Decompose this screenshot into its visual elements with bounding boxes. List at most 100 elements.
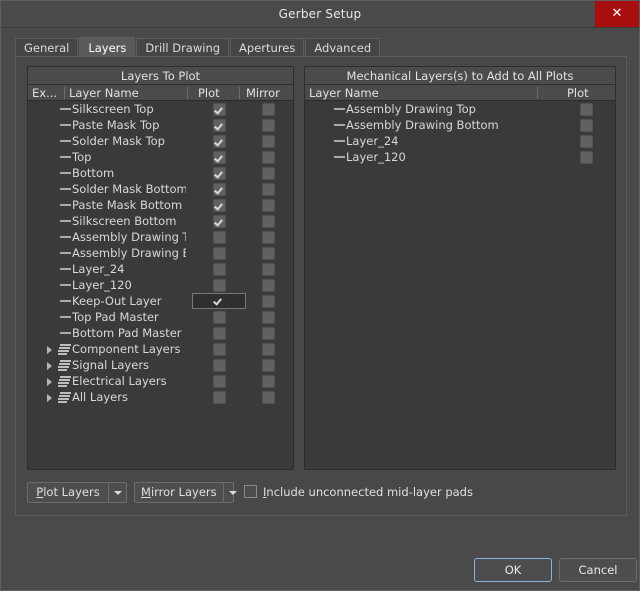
- tab-advanced[interactable]: Advanced: [305, 38, 381, 57]
- table-row[interactable]: Top: [28, 149, 293, 165]
- layer-icon: [334, 117, 345, 133]
- mirror-checkbox[interactable]: [262, 311, 275, 324]
- layer-name-cell: Solder Mask Bottom: [72, 182, 186, 196]
- layer-icon: [60, 229, 71, 245]
- mirror-checkbox[interactable]: [262, 119, 275, 132]
- layer-icon: [334, 149, 345, 165]
- close-icon[interactable]: ✕: [595, 1, 639, 27]
- mirror-checkbox[interactable]: [262, 375, 275, 388]
- plot-checkbox[interactable]: [213, 151, 226, 164]
- chevron-right-icon[interactable]: [45, 357, 54, 373]
- mechanical-layers-list[interactable]: Assembly Drawing Top Assembly Drawing Bot…: [305, 101, 615, 469]
- plot-checkbox[interactable]: [213, 231, 226, 244]
- table-row[interactable]: All Layers: [28, 389, 293, 405]
- plot-checkbox[interactable]: [213, 311, 226, 324]
- chevron-right-icon[interactable]: [45, 341, 54, 357]
- ok-button[interactable]: OK: [474, 558, 552, 582]
- plot-checkbox[interactable]: [580, 135, 593, 148]
- layer-icon: [334, 133, 345, 149]
- mirror-checkbox[interactable]: [262, 183, 275, 196]
- plot-checkbox[interactable]: [213, 295, 226, 308]
- tab-drill-drawing[interactable]: Drill Drawing: [136, 38, 230, 57]
- column-header-layer-name[interactable]: Layer Name: [69, 85, 179, 101]
- plot-checkbox[interactable]: [213, 279, 226, 292]
- table-row[interactable]: Layer_120: [28, 277, 293, 293]
- plot-checkbox[interactable]: [213, 359, 226, 372]
- table-row[interactable]: Layer_24: [305, 133, 615, 149]
- mirror-checkbox[interactable]: [262, 343, 275, 356]
- table-row[interactable]: Silkscreen Bottom: [28, 213, 293, 229]
- plot-checkbox[interactable]: [213, 199, 226, 212]
- mirror-checkbox[interactable]: [262, 151, 275, 164]
- table-row[interactable]: Signal Layers: [28, 357, 293, 373]
- layers-to-plot-list[interactable]: Silkscreen Top Paste Mask Top Solder Mask …: [28, 101, 293, 469]
- tab-apertures[interactable]: Apertures: [230, 38, 305, 57]
- cancel-button[interactable]: Cancel: [559, 558, 637, 582]
- include-unconnected-pads-checkbox[interactable]: [244, 485, 257, 498]
- chevron-down-icon[interactable]: [222, 483, 238, 502]
- layer-icon: [60, 181, 71, 197]
- tab-layers[interactable]: Layers: [79, 37, 136, 57]
- tab-general[interactable]: General: [15, 38, 79, 57]
- table-row[interactable]: Layer_24: [28, 261, 293, 277]
- include-unconnected-pads-label[interactable]: Include unconnected mid-layer pads: [263, 484, 473, 500]
- mirror-checkbox[interactable]: [262, 279, 275, 292]
- chevron-down-icon[interactable]: [108, 483, 126, 502]
- mirror-checkbox[interactable]: [262, 295, 275, 308]
- chevron-right-icon[interactable]: [45, 373, 54, 389]
- column-header-ex[interactable]: Ex...: [32, 85, 62, 101]
- table-row[interactable]: Layer_120: [305, 149, 615, 165]
- mirror-checkbox[interactable]: [262, 135, 275, 148]
- layer-name-cell: All Layers: [72, 390, 128, 404]
- table-row[interactable]: Assembly Drawing Top: [28, 229, 293, 245]
- plot-checkbox[interactable]: [580, 119, 593, 132]
- mirror-checkbox[interactable]: [262, 263, 275, 276]
- column-header-plot[interactable]: Plot: [567, 85, 607, 101]
- mirror-checkbox[interactable]: [262, 231, 275, 244]
- plot-checkbox[interactable]: [213, 327, 226, 340]
- mirror-checkbox[interactable]: [262, 359, 275, 372]
- plot-checkbox[interactable]: [213, 103, 226, 116]
- plot-checkbox[interactable]: [213, 375, 226, 388]
- table-row[interactable]: Top Pad Master: [28, 309, 293, 325]
- mirror-checkbox[interactable]: [262, 247, 275, 260]
- plot-checkbox[interactable]: [213, 215, 226, 228]
- plot-checkbox[interactable]: [213, 119, 226, 132]
- plot-checkbox[interactable]: [213, 263, 226, 276]
- table-row[interactable]: Assembly Drawing Bottom: [305, 117, 615, 133]
- table-row[interactable]: Bottom Pad Master: [28, 325, 293, 341]
- mirror-checkbox[interactable]: [262, 199, 275, 212]
- plot-checkbox[interactable]: [580, 103, 593, 116]
- plot-layers-button[interactable]: Plot Layers: [27, 482, 127, 503]
- plot-checkbox[interactable]: [213, 247, 226, 260]
- table-row[interactable]: Solder Mask Top: [28, 133, 293, 149]
- plot-checkbox[interactable]: [213, 183, 226, 196]
- column-header-layer-name[interactable]: Layer Name: [309, 85, 489, 101]
- mirror-checkbox[interactable]: [262, 327, 275, 340]
- table-row[interactable]: Electrical Layers: [28, 373, 293, 389]
- plot-checkbox[interactable]: [213, 391, 226, 404]
- table-row[interactable]: Assembly Drawing Top: [305, 101, 615, 117]
- column-header-plot[interactable]: Plot: [198, 85, 238, 101]
- table-row[interactable]: Component Layers: [28, 341, 293, 357]
- mirror-checkbox[interactable]: [262, 167, 275, 180]
- table-row[interactable]: Silkscreen Top: [28, 101, 293, 117]
- plot-checkbox[interactable]: [213, 343, 226, 356]
- mirror-checkbox[interactable]: [262, 103, 275, 116]
- plot-checkbox[interactable]: [580, 151, 593, 164]
- table-row[interactable]: Assembly Drawing Bottom: [28, 245, 293, 261]
- table-row[interactable]: Paste Mask Top: [28, 117, 293, 133]
- chevron-right-icon[interactable]: [45, 389, 54, 405]
- table-row[interactable]: Paste Mask Bottom: [28, 197, 293, 213]
- mirror-checkbox[interactable]: [262, 215, 275, 228]
- mirror-checkbox[interactable]: [262, 391, 275, 404]
- table-row[interactable]: Bottom: [28, 165, 293, 181]
- table-row[interactable]: Keep-Out Layer: [28, 293, 293, 309]
- layer-name-cell: Layer_24: [346, 134, 399, 148]
- layers-to-plot-panel: Layers To Plot Ex... Layer Name Plot Mir…: [27, 66, 294, 470]
- plot-checkbox[interactable]: [213, 167, 226, 180]
- table-row[interactable]: Solder Mask Bottom: [28, 181, 293, 197]
- mirror-layers-button[interactable]: Mirror Layers: [134, 482, 238, 503]
- column-header-mirror[interactable]: Mirror: [246, 85, 291, 101]
- plot-checkbox[interactable]: [213, 135, 226, 148]
